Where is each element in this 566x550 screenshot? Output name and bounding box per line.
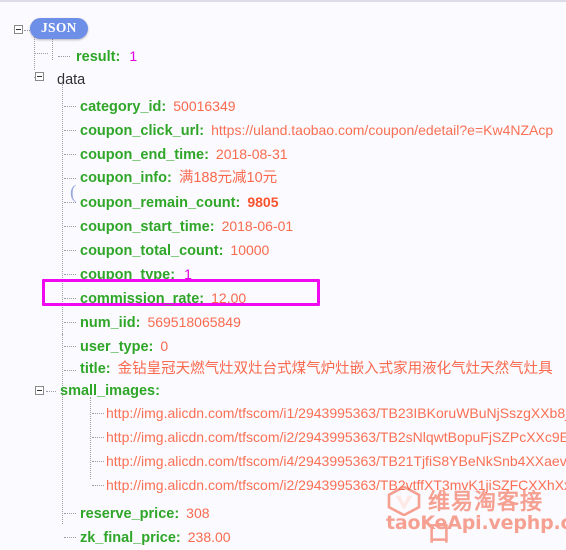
tree-tick-category-id	[64, 106, 76, 108]
key-coupon-info: coupon_info	[80, 170, 167, 186]
tree-row-coupon-end-time[interactable]: coupon_end_time: 2018-08-31	[80, 142, 288, 166]
tree-row-coupon-start-time[interactable]: coupon_start_time: 2018-06-01	[80, 214, 293, 238]
colon-coupon-end-time: :	[204, 147, 209, 163]
expander-data[interactable]	[35, 72, 44, 81]
tree-tick-coupon-click-url	[64, 130, 76, 132]
tree-tick-small-image-0	[92, 413, 104, 415]
value-user-type: 0	[160, 338, 169, 354]
colon-coupon-info: :	[167, 170, 172, 186]
tree-tick-small-image-1	[92, 437, 104, 439]
key-coupon-total-count: coupon_total_count	[80, 243, 219, 259]
tree-tick-num-iid	[64, 322, 76, 324]
tree-row-commission-rate[interactable]: commission_rate: 12.00	[80, 286, 246, 310]
value-small-image-1[interactable]: http://img.alicdn.com/tfscom/i2/29439953…	[106, 429, 566, 445]
colon-coupon-start-time: :	[209, 219, 215, 235]
expander-small-images[interactable]	[35, 386, 44, 395]
colon-coupon-total-count: :	[218, 243, 224, 259]
tree-tick-zk-final-price	[64, 537, 76, 539]
value-coupon-info: 满188元减10元	[178, 170, 278, 186]
value-num-iid: 569518065849	[147, 314, 241, 330]
tree-tick-small-images	[46, 391, 56, 393]
tree-row-user-type[interactable]: user_type: 0	[80, 334, 168, 358]
key-num-iid: num_iid	[80, 315, 136, 331]
value-coupon-total-count: 10000	[230, 242, 270, 258]
colon-commission-rate: :	[199, 291, 205, 307]
value-reserve-price: 308	[186, 505, 210, 521]
value-coupon-remain-count: 9805	[247, 194, 279, 210]
list-item-small-image[interactable]: http://img.alicdn.com/tfscom/i2/29439953…	[106, 425, 566, 449]
tree-tick-commission-rate	[64, 298, 76, 300]
label-data: data	[57, 72, 86, 88]
tree-tick-coupon-total-count	[64, 250, 76, 252]
colon-small-images: :	[155, 383, 160, 399]
value-small-image-3[interactable]: http://img.alicdn.com/tfscom/i2/29439953…	[106, 477, 566, 493]
colon-result: :	[115, 49, 121, 65]
tree-row-result[interactable]: result: 1	[76, 44, 137, 68]
colon-title: :	[105, 361, 111, 377]
value-zk-final-price: 238.00	[187, 529, 231, 545]
tree-row-zk-final-price[interactable]: zk_final_price: 238.00	[80, 525, 231, 549]
key-coupon-remain-count: coupon_remain_count	[80, 195, 236, 211]
tree-tick-title	[64, 370, 76, 372]
colon-num-iid: :	[135, 315, 141, 331]
tree-guide-vertical-data-lower	[62, 334, 64, 524]
key-coupon-click-url: coupon_click_url	[80, 123, 200, 139]
key-zk-final-price: zk_final_price	[80, 530, 176, 546]
colon-reserve-price: :	[174, 506, 180, 522]
json-root-badge[interactable]: JSON	[30, 18, 88, 39]
expander-root[interactable]	[14, 25, 23, 34]
list-item-small-image[interactable]: http://img.alicdn.com/tfscom/i1/29439953…	[106, 401, 566, 425]
colon-user-type: :	[148, 339, 154, 355]
list-item-small-image[interactable]: http://img.alicdn.com/tfscom/i2/29439953…	[106, 473, 566, 497]
tree-tick-coupon-end-time	[64, 154, 76, 156]
tree-row-coupon-total-count[interactable]: coupon_total_count: 10000	[80, 238, 269, 262]
value-small-image-0[interactable]: http://img.alicdn.com/tfscom/i1/29439953…	[106, 405, 566, 421]
tree-row-data[interactable]: data	[57, 68, 85, 92]
colon-coupon-click-url: :	[199, 123, 205, 139]
tree-row-coupon-info[interactable]: coupon_info: 满188元减10元	[80, 166, 277, 190]
key-category-id: category_id	[80, 99, 162, 115]
tree-tick-coupon-info	[64, 178, 76, 180]
value-coupon-start-time: 2018-06-01	[221, 218, 294, 234]
tree-guide-horizontal-result	[34, 53, 48, 55]
key-small-images: small_images	[60, 383, 156, 399]
tree-row-title[interactable]: title: 金钻皇冠天燃气灶双灶台式煤气炉灶嵌入式家用液化气灶天然气灶具	[80, 357, 553, 381]
value-category-id: 50016349	[173, 98, 236, 114]
tree-row-category-id[interactable]: category_id: 50016349	[80, 94, 236, 118]
colon-category-id: :	[161, 99, 167, 115]
colon-coupon-remain-count: :	[235, 195, 241, 211]
key-coupon-start-time: coupon_start_time	[80, 219, 210, 235]
value-small-image-2[interactable]: http://img.alicdn.com/tfscom/i4/29439953…	[106, 453, 566, 469]
value-result: 1	[129, 48, 138, 64]
colon-zk-final-price: :	[175, 530, 181, 546]
value-coupon-end-time: 2018-08-31	[215, 146, 288, 162]
tree-tick-small-image-2	[92, 461, 104, 463]
key-title: title	[80, 361, 106, 377]
key-commission-rate: commission_rate	[80, 291, 200, 307]
tree-tick-coupon-start-time	[64, 226, 76, 228]
tree-tick-small-image-3	[92, 485, 104, 487]
tree-tick-user-type	[64, 346, 76, 348]
tree-row-coupon-click-url[interactable]: coupon_click_url: https://uland.taobao.co…	[80, 118, 553, 142]
tree-tick-coupon-type	[64, 274, 76, 276]
value-commission-rate: 12.00	[211, 290, 247, 306]
text-cursor-artifact: (	[70, 182, 77, 203]
tree-row-coupon-remain-count[interactable]: coupon_remain_count: 9805	[80, 190, 279, 214]
value-coupon-click-url[interactable]: https://uland.taobao.com/coupon/edetail?…	[211, 122, 553, 138]
tree-tick-reserve-price	[64, 513, 76, 515]
key-result: result	[76, 49, 116, 65]
json-tree-viewer[interactable]: JSON result: 1 data category_id: 50016349 …	[0, 0, 566, 546]
tree-row-num-iid[interactable]: num_iid: 569518065849	[80, 310, 241, 334]
tree-tick-result	[58, 56, 70, 58]
tree-guide-vertical-level1	[52, 36, 54, 60]
tree-row-small-images[interactable]: small_images:	[60, 379, 160, 403]
tree-row-reserve-price[interactable]: reserve_price: 308	[80, 501, 210, 525]
key-reserve-price: reserve_price	[80, 506, 175, 522]
key-user-type: user_type	[80, 339, 149, 355]
value-title: 金钻皇冠天燃气灶双灶台式煤气炉灶嵌入式家用液化气灶天然气灶具	[117, 361, 553, 377]
key-coupon-end-time: coupon_end_time	[80, 147, 205, 163]
list-item-small-image[interactable]: http://img.alicdn.com/tfscom/i4/29439953…	[106, 449, 566, 473]
